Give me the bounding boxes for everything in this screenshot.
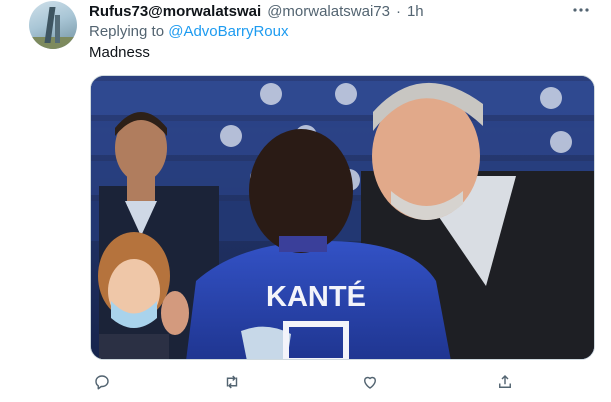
share-icon[interactable] (493, 370, 517, 394)
tweet-actions (90, 370, 595, 394)
retweet-glyph (226, 375, 238, 389)
retweet-icon[interactable] (220, 370, 244, 394)
display-name[interactable]: Rufus73@morwalatswai (89, 3, 261, 20)
replying-prefix: Replying to (89, 23, 165, 40)
avatar-ground (29, 37, 77, 49)
replying-to: Replying to @AdvoBarryRoux (89, 23, 289, 40)
reply-glyph (95, 375, 109, 390)
avatar-tower-secondary (55, 15, 60, 43)
more-options-icon[interactable] (571, 1, 591, 19)
like-glyph (364, 376, 376, 389)
tweet-media-photo[interactable]: KANTÉ (90, 75, 595, 360)
replying-mention[interactable]: @AdvoBarryRoux (168, 23, 288, 40)
like-icon[interactable] (358, 370, 382, 394)
tweet-text: Madness (89, 44, 150, 61)
person-child (98, 232, 170, 359)
avatar[interactable] (29, 1, 77, 49)
share-glyph (499, 374, 511, 388)
tweet-time[interactable]: 1h (407, 3, 424, 20)
separator-dot: · (395, 2, 401, 20)
more-options-glyph (573, 8, 589, 12)
reply-icon[interactable] (90, 370, 114, 394)
media-illustration: KANTÉ (91, 76, 594, 359)
user-handle[interactable]: @morwalatswai73 (267, 3, 390, 20)
jersey-name-text: KANTÉ (266, 279, 366, 313)
hand (161, 291, 189, 335)
tweet-header: Rufus73@morwalatswai @morwalatswai73 · 1… (89, 1, 424, 21)
